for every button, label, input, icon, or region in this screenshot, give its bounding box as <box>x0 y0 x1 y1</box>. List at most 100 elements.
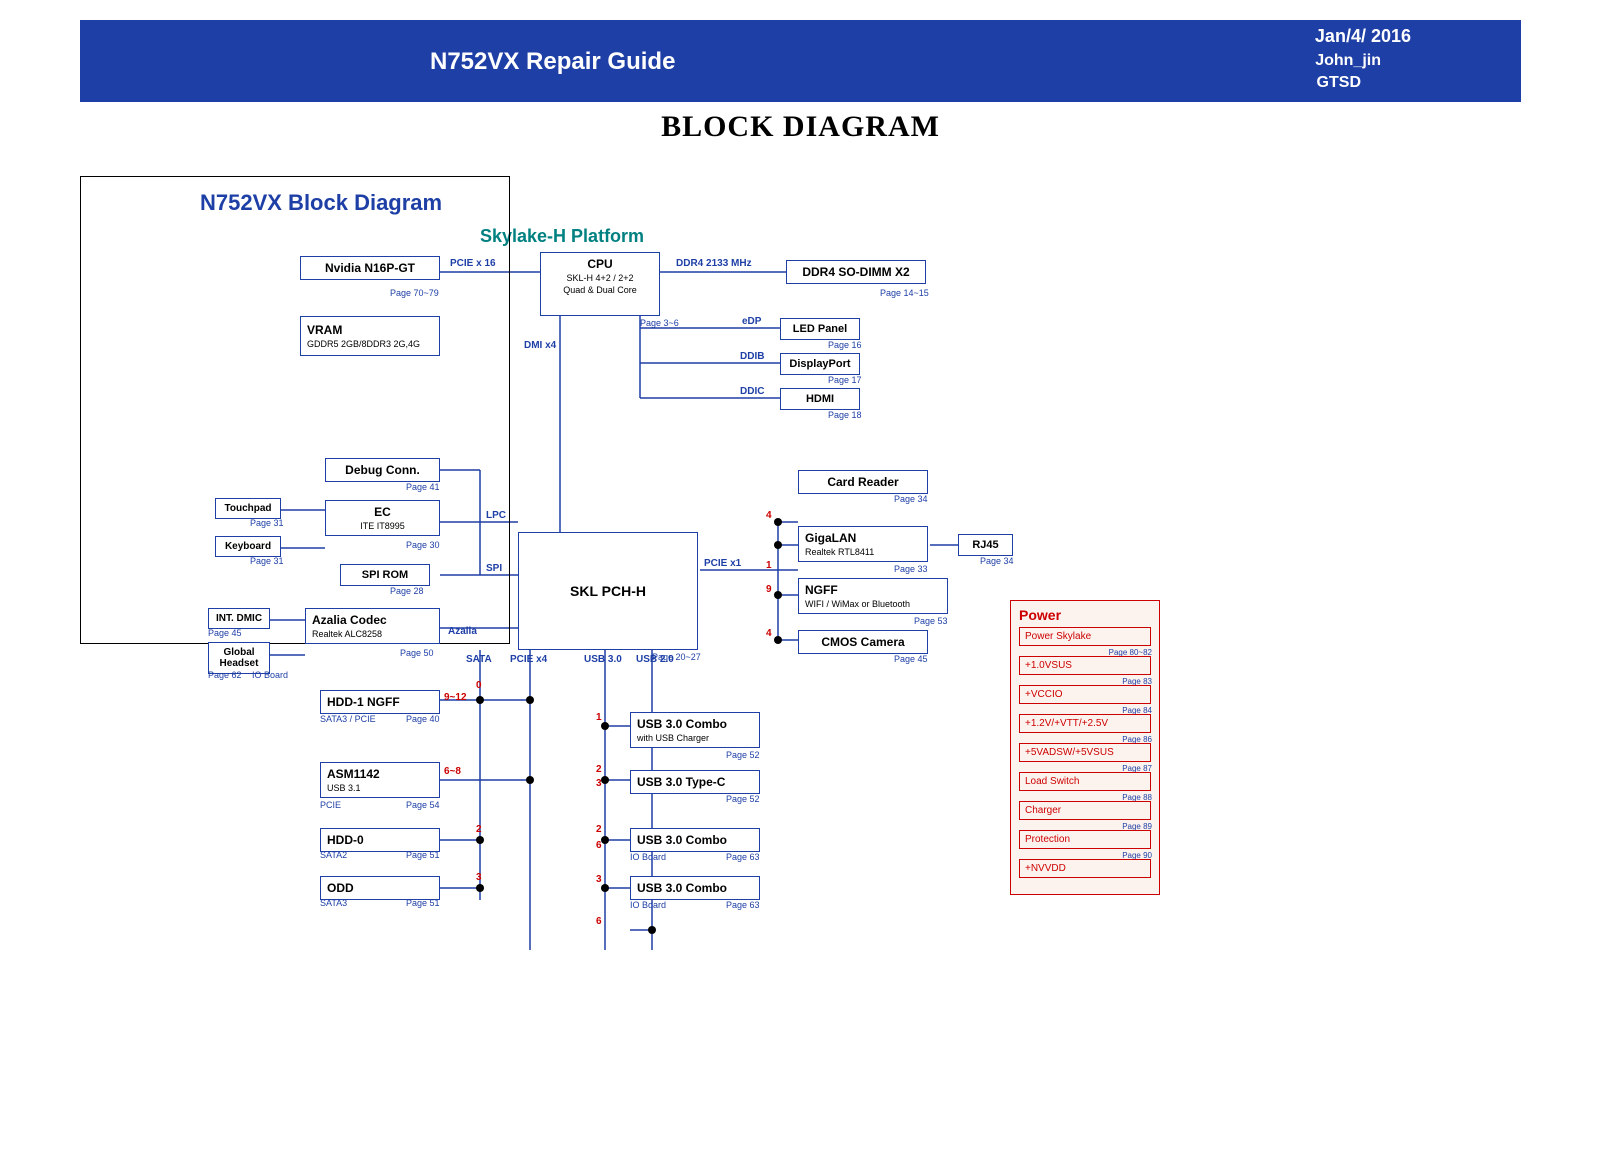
hdd1-label: HDD-1 NGFF <box>327 695 400 709</box>
lbl-dmi: DMI x4 <box>524 340 556 351</box>
ec-sub: ITE IT8995 <box>332 521 433 531</box>
lbl-pcie4: PCIE x4 <box>510 654 547 665</box>
block-hdd0: HDD-0 <box>320 828 440 852</box>
power-item: Load SwitchPage 88 <box>1019 772 1151 791</box>
odd-page: Page 51 <box>406 898 440 908</box>
cardreader-label: Card Reader <box>827 475 898 489</box>
usb30typec-label: USB 3.0 Type-C <box>637 775 725 789</box>
usb30combo2-label: USB 3.0 Combo <box>637 833 727 847</box>
block-hdd1: HDD-1 NGFF <box>320 690 440 714</box>
hdmi-page: Page 18 <box>828 410 862 420</box>
headset-label: Global Headset <box>220 647 259 669</box>
usb30combo2-page: Page 63 <box>726 852 760 862</box>
doc-date: Jan/4/ 2016 <box>1315 26 1411 47</box>
cmos-label: CMOS Camera <box>821 635 904 649</box>
lbl-r68: 6~8 <box>444 766 461 777</box>
hdmi-label: HDMI <box>806 393 834 405</box>
hdd0-page: Page 51 <box>406 850 440 860</box>
dp-page: Page 17 <box>828 375 862 385</box>
vram-label: VRAM <box>307 323 342 337</box>
block-led: LED Panel <box>780 318 860 340</box>
power-item: +5VADSW/+5VSUSPage 87 <box>1019 743 1151 762</box>
block-cmos: CMOS Camera <box>798 630 928 654</box>
ec-page: Page 30 <box>406 540 440 550</box>
lbl-edp: eDP <box>742 316 761 327</box>
gpu-label: Nvidia N16P-GT <box>325 261 415 275</box>
lbl-r9: 9 <box>766 584 772 595</box>
cmos-page: Page 45 <box>894 654 928 664</box>
block-rj45: RJ45 <box>958 534 1013 556</box>
odd-note: SATA3 <box>320 898 347 908</box>
lbl-r4b: 4 <box>766 628 772 639</box>
usb30combo3-page: Page 63 <box>726 900 760 910</box>
power-item: ProtectionPage 90 <box>1019 830 1151 849</box>
lbl-usb30: USB 3.0 <box>584 654 622 665</box>
spirom-page: Page 28 <box>390 586 424 596</box>
cpu-page: Page 3~6 <box>640 318 679 328</box>
block-hdmi: HDMI <box>780 388 860 410</box>
lbl-pcie1: PCIE x1 <box>704 558 741 569</box>
gigalan-sub: Realtek RTL8411 <box>805 547 921 557</box>
lbl-r2a: 2 <box>476 824 482 835</box>
hdd1-note: SATA3 / PCIE <box>320 714 376 724</box>
block-odd: ODD <box>320 876 440 900</box>
debug-label: Debug Conn. <box>345 463 420 477</box>
power-item: +1.2V/+VTT/+2.5VPage 86 <box>1019 714 1151 733</box>
block-usb30combo1: USB 3.0 Combo with USB Charger <box>630 712 760 748</box>
lbl-r3c: 3 <box>596 778 602 789</box>
block-vram: VRAM GDDR5 2GB/8DDR3 2G,4G <box>300 316 440 356</box>
block-keyboard: Keyboard <box>215 536 281 557</box>
power-item: +NVVDD <box>1019 859 1151 878</box>
power-item: +1.0VSUSPage 83 <box>1019 656 1151 675</box>
diagram-title: N752VX Block Diagram <box>200 190 442 216</box>
block-asm: ASM1142 USB 3.1 <box>320 762 440 798</box>
platform-label: Skylake-H Platform <box>480 226 644 247</box>
block-usb30combo3: USB 3.0 Combo <box>630 876 760 900</box>
lbl-r1b: 1 <box>766 560 772 571</box>
asm-note: PCIE <box>320 800 341 810</box>
power-item: Power SkylakePage 80~82 <box>1019 627 1151 646</box>
lbl-r2b: 2 <box>596 764 602 775</box>
intdmic-label: INT. DMIC <box>216 613 262 624</box>
lbl-r3a: 3 <box>476 872 482 883</box>
usb30combo3-note: IO Board <box>630 900 666 910</box>
lbl-r4a: 4 <box>766 510 772 521</box>
block-ddr4: DDR4 SO-DIMM X2 <box>786 260 926 284</box>
usb30combo3-label: USB 3.0 Combo <box>637 881 727 895</box>
headset-page: Page 62 <box>208 670 242 680</box>
led-page: Page 16 <box>828 340 862 350</box>
keyboard-page: Page 31 <box>250 556 284 566</box>
lbl-azalia: Azalia <box>448 626 477 637</box>
block-debug: Debug Conn. <box>325 458 440 482</box>
power-item: +VCCIOPage 84 <box>1019 685 1151 704</box>
dp-label: DisplayPort <box>789 358 850 370</box>
block-pch: SKL PCH-H <box>518 532 698 650</box>
lbl-lpc: LPC <box>486 510 506 521</box>
debug-page: Page 41 <box>406 482 440 492</box>
headset-note: IO Board <box>252 670 288 680</box>
lbl-r912: 9~12 <box>444 692 467 703</box>
ngff-label: NGFF <box>805 583 838 597</box>
doc-title: N752VX Repair Guide <box>430 48 675 76</box>
usb30combo2-note: IO Board <box>630 852 666 862</box>
block-ngff: NGFF WIFI / WiMax or Bluetooth <box>798 578 948 614</box>
usb30combo1-label: USB 3.0 Combo <box>637 717 727 731</box>
ec-label: EC <box>374 505 391 519</box>
lbl-sata: SATA <box>466 654 492 665</box>
lbl-r6b: 6 <box>596 916 602 927</box>
block-spirom: SPI ROM <box>340 564 430 586</box>
usb30typec-page: Page 52 <box>726 794 760 804</box>
hdd1-page: Page 40 <box>406 714 440 724</box>
block-cpu: CPU SKL-H 4+2 / 2+2 Quad & Dual Core <box>540 252 660 316</box>
block-usb30typec: USB 3.0 Type-C <box>630 770 760 794</box>
asm-page: Page 54 <box>406 800 440 810</box>
power-title: Power <box>1019 607 1151 623</box>
gigalan-page: Page 33 <box>894 564 928 574</box>
led-label: LED Panel <box>793 323 847 335</box>
block-intdmic: INT. DMIC <box>208 608 270 629</box>
doc-author: John_jin <box>1315 52 1381 70</box>
touchpad-page: Page 31 <box>250 518 284 528</box>
power-panel: Power Power SkylakePage 80~82 +1.0VSUSPag… <box>1010 600 1160 895</box>
usb30combo1-page: Page 52 <box>726 750 760 760</box>
block-gpu: Nvidia N16P-GT <box>300 256 440 280</box>
